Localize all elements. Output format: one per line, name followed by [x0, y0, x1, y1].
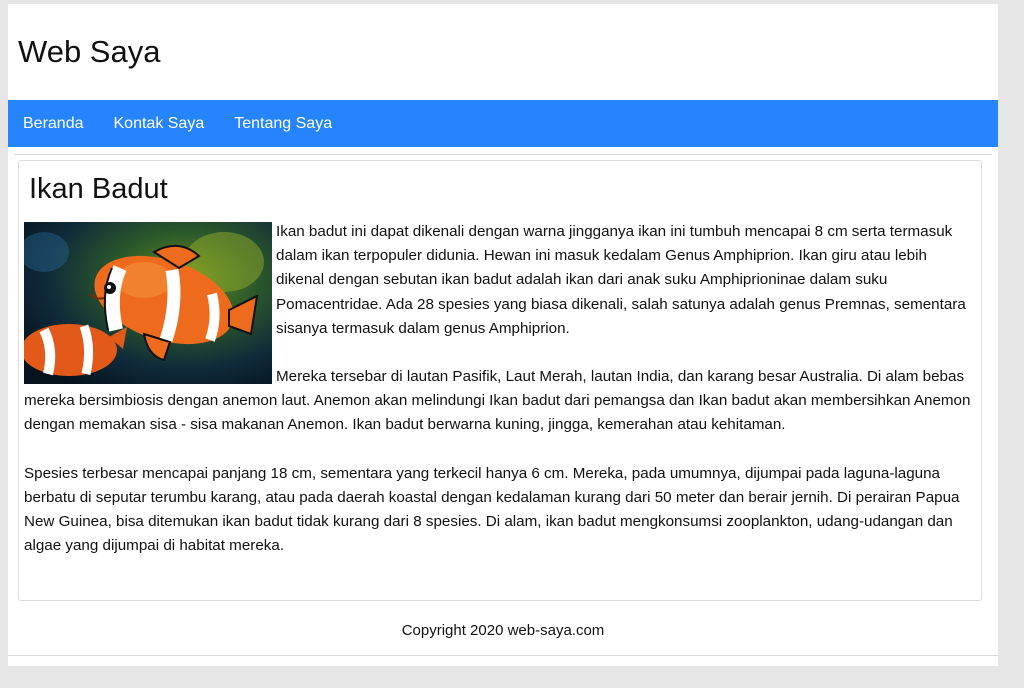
article-card: Ikan Badut Ikan badut ini dapat dikenali… [18, 160, 982, 601]
divider [14, 154, 992, 155]
nav-item-beranda[interactable]: Beranda [8, 100, 99, 147]
nav-item-tentang-saya[interactable]: Tentang Saya [219, 100, 347, 147]
article-body: Ikan badut ini dapat dikenali dengan war… [24, 220, 974, 582]
article-paragraph: Spesies terbesar mencapai panjang 18 cm,… [24, 464, 960, 555]
footer-divider [8, 655, 998, 656]
main-navbar: Beranda Kontak Saya Tentang Saya [8, 100, 998, 147]
article-title: Ikan Badut [29, 173, 168, 205]
site-title: Web Saya [18, 34, 161, 69]
page-container: Web Saya Beranda Kontak Saya Tentang Say… [8, 4, 998, 666]
nav-item-kontak-saya[interactable]: Kontak Saya [99, 100, 220, 147]
clownfish-image [24, 222, 272, 384]
footer-copyright: Copyright 2020 web-saya.com [401, 622, 605, 639]
